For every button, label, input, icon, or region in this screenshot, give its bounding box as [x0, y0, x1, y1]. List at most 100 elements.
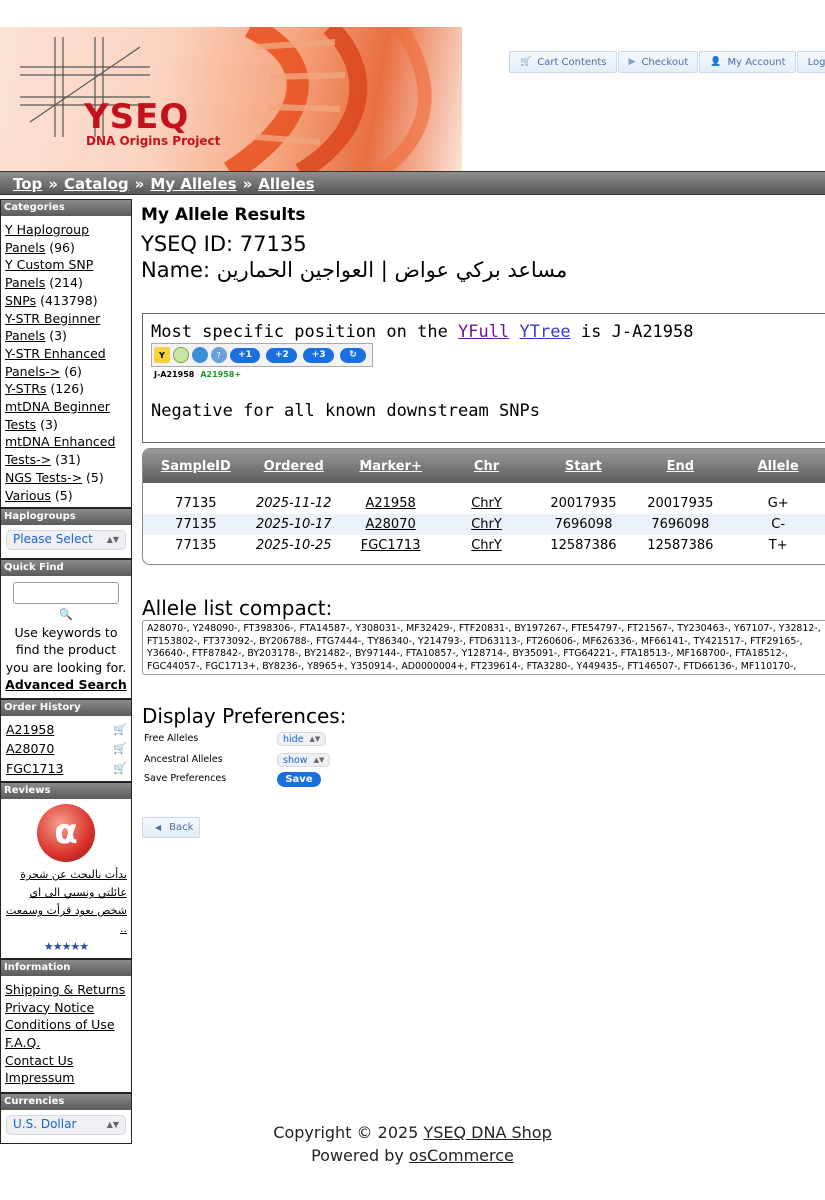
updown-arrow-icon: ▲▼: [309, 735, 321, 743]
yfull-icon[interactable]: Y: [154, 347, 170, 363]
col-marker[interactable]: Marker+: [339, 459, 443, 474]
table-header: SampleID Ordered Marker+ Chr Start End A…: [143, 449, 825, 483]
reviews-heading: Reviews: [1, 782, 131, 800]
log-off-button[interactable]: Log Off: [796, 51, 825, 73]
chr-link[interactable]: ChrY: [471, 517, 502, 532]
marker-link[interactable]: A28070: [365, 517, 415, 532]
marker-link[interactable]: A21958: [365, 496, 415, 511]
top-nav: 🛒 Cart Contents ▶ Checkout 👤 My Account Log…: [509, 51, 825, 73]
haplogroups-box: Haplogroups Please Select ▲▼: [0, 508, 132, 560]
powered-by: Powered by osCommerce: [311, 1146, 514, 1165]
contact-us-link[interactable]: Contact Us: [5, 1053, 73, 1068]
cart-contents-button[interactable]: 🛒 Cart Contents: [509, 51, 617, 73]
cart-icon: 🛒: [520, 57, 532, 67]
category-item: Y-STR Beginner Panels (3): [5, 310, 101, 344]
free-alleles-select[interactable]: hide ▲▼: [277, 732, 327, 746]
breadcrumb-my-alleles[interactable]: My Alleles: [150, 175, 236, 193]
category-item: Y Custom SNP Panels (214): [5, 257, 94, 291]
cart-add-icon[interactable]: 🛒: [113, 760, 127, 778]
col-chr[interactable]: Chr: [442, 459, 530, 474]
yfull-toolbar: Y ? +1 +2 +3 ↻: [151, 343, 373, 367]
breadcrumb: Top» Catalog» My Alleles» Alleles: [13, 175, 315, 193]
col-sampleid[interactable]: SampleID: [143, 459, 249, 474]
review-product-image[interactable]: α: [37, 804, 95, 863]
chr-link[interactable]: ChrY: [471, 538, 502, 553]
quick-find-input[interactable]: [13, 582, 119, 605]
page-title: My Allele Results: [141, 205, 306, 225]
display-preferences-title: Display Preferences:: [142, 704, 347, 728]
ancestral-alleles-select[interactable]: show ▲▼: [277, 753, 331, 767]
logo-subtitle: DNA Origins Project: [86, 134, 221, 148]
help-icon[interactable]: ?: [210, 347, 227, 363]
breadcrumb-catalog[interactable]: Catalog: [64, 175, 129, 193]
privacy-notice-link[interactable]: Privacy Notice: [5, 1000, 94, 1015]
ancestral-alleles-label: Ancestral Alleles: [144, 754, 223, 765]
faq-link[interactable]: F.A.Q.: [5, 1035, 40, 1050]
copyright: Copyright © 2025 YSEQ DNA Shop: [273, 1123, 552, 1142]
plus-one-button[interactable]: +1: [229, 347, 261, 363]
clade-label: J-A21958 A21958+: [154, 370, 242, 379]
my-account-button[interactable]: 👤 My Account: [699, 51, 796, 73]
save-preferences-label: Save Preferences: [144, 773, 227, 784]
main-content: My Allele Results YSEQ ID: 77135 Name: م…: [141, 205, 825, 283]
footer: Copyright © 2025 YSEQ DNA Shop Powered b…: [0, 1121, 825, 1167]
category-item: mtDNA Enhanced Tests-> (31): [5, 434, 116, 468]
plus-two-button[interactable]: +2: [266, 347, 298, 363]
advanced-search-link[interactable]: Advanced Search: [5, 677, 127, 692]
order-history-item: A28070 🛒: [6, 740, 127, 758]
conditions-of-use-link[interactable]: Conditions of Use: [5, 1017, 115, 1032]
impressum-link[interactable]: Impressum: [5, 1070, 74, 1085]
information-heading: Information: [1, 958, 131, 976]
updown-arrow-icon: ▲▼: [106, 535, 119, 545]
review-stars: ★★★★★: [43, 940, 89, 954]
cart-add-icon[interactable]: 🛒: [113, 721, 127, 739]
back-button[interactable]: ◀ Back: [142, 817, 200, 838]
review-text[interactable]: بدأت بالبحث عن شجرة عائلتي ونسبي الى اي …: [5, 866, 127, 938]
categories-box: Categories Y Haplogroup Panels (96) Y Cu…: [0, 199, 132, 509]
save-button[interactable]: Save: [277, 772, 321, 787]
header: YSEQ DNA Origins Project 🛒 Cart Contents …: [0, 27, 825, 172]
refresh-button[interactable]: ↻: [340, 347, 366, 363]
haplogroup-select[interactable]: Please Select ▲▼: [6, 530, 126, 551]
category-item: Y-STRs (126): [5, 381, 85, 397]
compact-list-textarea[interactable]: A28070-, Y248090-, FT398306-, FTA14587-,…: [142, 620, 825, 675]
updown-arrow-icon: ▲▼: [313, 756, 325, 764]
breadcrumb-bar: Top» Catalog» My Alleles» Alleles: [0, 171, 825, 195]
left-sidebar: Categories Y Haplogroup Panels (96) Y Cu…: [0, 199, 132, 1145]
cart-add-icon[interactable]: 🛒: [113, 740, 127, 758]
order-history-box: Order History A21958 🛒 A28070 🛒 FGC1713 🛒: [0, 698, 132, 783]
reviews-box: Reviews α بدأت بالبحث عن شجرة عائلتي ونس…: [0, 782, 132, 959]
table-row: 77135 2025-10-17 A28070 ChrY 7696098 769…: [143, 514, 825, 535]
category-item: Y-STR Enhanced Panels-> (6): [5, 345, 106, 379]
chevron-left-icon: ◀: [155, 823, 162, 832]
order-history-heading: Order History: [1, 698, 131, 716]
oscommerce-link[interactable]: osCommerce: [409, 1146, 514, 1165]
col-ordered[interactable]: Ordered: [249, 459, 339, 474]
col-allele[interactable]: Allele: [724, 459, 825, 474]
ytree-link[interactable]: YTree: [519, 322, 570, 342]
haplogroups-heading: Haplogroups: [1, 508, 131, 526]
shipping-returns-link[interactable]: Shipping & Returns: [5, 982, 125, 997]
category-item: mtDNA Beginner Tests (3): [5, 399, 110, 432]
globe-icon[interactable]: [191, 347, 208, 363]
marker-link[interactable]: FGC1713: [361, 538, 421, 553]
breadcrumb-top[interactable]: Top: [13, 175, 42, 193]
shop-link[interactable]: YSEQ DNA Shop: [423, 1123, 551, 1142]
chr-link[interactable]: ChrY: [471, 496, 502, 511]
category-item: SNPs (413798): [5, 292, 98, 308]
search-icon[interactable]: 🔍: [5, 606, 127, 624]
information-box: Information Shipping & Returns Privacy N…: [0, 958, 132, 1094]
logo-text: YSEQ: [84, 97, 190, 137]
tree-icon[interactable]: [172, 347, 189, 363]
currencies-heading: Currencies: [1, 1093, 131, 1111]
checkout-button[interactable]: ▶ Checkout: [617, 51, 699, 73]
breadcrumb-alleles[interactable]: Alleles: [258, 175, 314, 193]
yfull-position-line: Most specific position on the YFull YTre…: [151, 322, 694, 342]
col-end[interactable]: End: [636, 459, 724, 474]
chevron-right-icon: ▶: [628, 57, 636, 67]
table-row: 77135 2025-10-25 FGC1713 ChrY 12587386 1…: [175, 538, 788, 553]
plus-three-button[interactable]: +3: [303, 347, 335, 363]
yfull-link[interactable]: YFull: [458, 322, 509, 342]
yseq-id: YSEQ ID: 77135: [141, 232, 307, 256]
col-start[interactable]: Start: [531, 459, 637, 474]
